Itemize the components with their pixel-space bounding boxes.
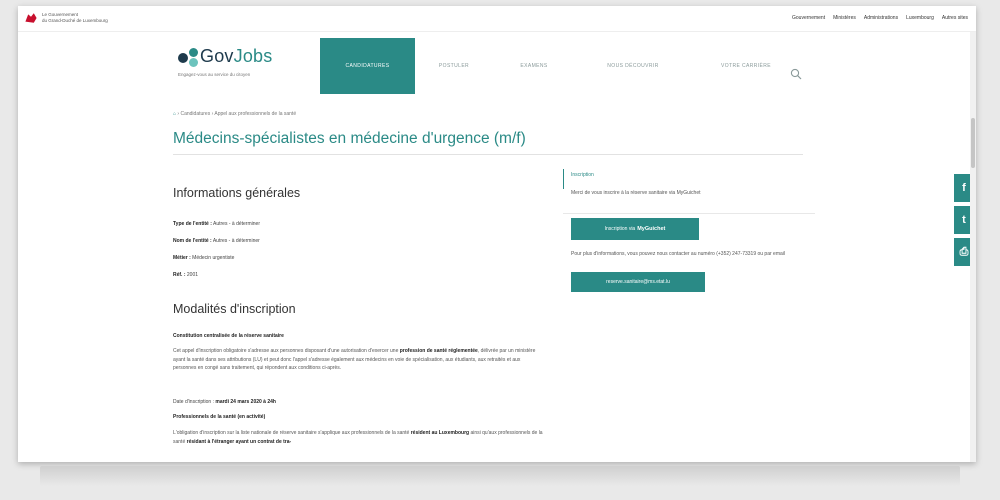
title-divider bbox=[173, 154, 803, 155]
aside-text: Merci de vous inscrire à la réserve sani… bbox=[571, 190, 701, 196]
job-row: Métier : Médecin urgentiste bbox=[173, 255, 235, 261]
email-button[interactable]: reserve.sanitaire@ms.etat.lu bbox=[571, 272, 705, 292]
browser-page: Le Gouvernement du Grand-Duché de Luxemb… bbox=[18, 6, 976, 462]
logo-wordmark: GovJobs bbox=[200, 46, 273, 66]
top-link-luxembourg[interactable]: Luxembourg bbox=[906, 15, 934, 21]
breadcrumb: ⌂ › Candidatures › Appel aux professionn… bbox=[173, 111, 296, 117]
scrollbar-thumb[interactable] bbox=[971, 118, 975, 168]
nav-examens[interactable]: Examens bbox=[493, 38, 575, 94]
government-bar: Le Gouvernement du Grand-Duché de Luxemb… bbox=[18, 6, 976, 32]
home-icon[interactable]: ⌂ bbox=[173, 111, 176, 117]
myguichet-button[interactable]: Inscription via MyGuichet bbox=[571, 218, 699, 240]
entity-name-row: Nom de l'entité : Autres - à déterminer bbox=[173, 238, 260, 244]
search-icon[interactable] bbox=[790, 68, 802, 80]
top-link-autres-sites[interactable]: Autres sites bbox=[942, 15, 968, 21]
active-professionals-paragraph: L'obligation d'inscription sur la liste … bbox=[173, 430, 543, 445]
modalities-heading: Modalités d'inscription bbox=[173, 302, 296, 316]
nav-candidatures[interactable]: Candidatures bbox=[320, 38, 415, 94]
general-info-heading: Informations générales bbox=[173, 186, 301, 200]
page-scrollbar[interactable] bbox=[970, 32, 976, 462]
active-professionals-subheading: Professionnels de la santé (en activité) bbox=[173, 414, 266, 420]
nav-votre-carriere[interactable]: Votre carrière bbox=[691, 38, 801, 94]
top-link-administrations[interactable]: Administrations bbox=[864, 15, 898, 21]
entity-type-row: Type de l'entité : Autres - à déterminer bbox=[173, 221, 260, 227]
aside-contact-info: Pour plus d'informations, vous pouvez no… bbox=[571, 251, 785, 257]
breadcrumb-path[interactable]: › Candidatures › Appel aux professionnel… bbox=[177, 111, 296, 117]
logo-tagline: Engagez-vous au service du citoyen bbox=[178, 72, 251, 77]
lion-emblem-icon bbox=[24, 12, 38, 24]
reserve-paragraph: Cet appel d'inscription obligatoire s'ad… bbox=[173, 348, 536, 371]
government-name[interactable]: Le Gouvernement du Grand-Duché de Luxemb… bbox=[42, 12, 108, 24]
top-link-ministeres[interactable]: Ministères bbox=[833, 15, 856, 21]
page-title: Médecins-spécialistes en médecine d'urge… bbox=[173, 130, 526, 147]
reference-row: Réf. : 2001 bbox=[173, 272, 199, 278]
aside-accent-bar bbox=[563, 169, 564, 189]
top-link-gouvernement[interactable]: Gouvernement bbox=[792, 15, 825, 21]
nav-nous-decouvrir[interactable]: Nous découvrir bbox=[575, 38, 691, 94]
top-links: Gouvernement Ministères Administrations … bbox=[792, 15, 968, 21]
aside-label: Inscription bbox=[571, 172, 594, 178]
nav-postuler[interactable]: Postuler bbox=[415, 38, 493, 94]
aside-divider bbox=[563, 213, 815, 214]
reserve-subheading: Constitution centralisée de la réserve s… bbox=[173, 333, 284, 339]
deadline-row: Date d'inscription : mardi 24 mars 2020 … bbox=[173, 399, 276, 405]
main-navigation: Candidatures Postuler Examens Nous décou… bbox=[320, 38, 801, 94]
window-shadow bbox=[40, 466, 960, 486]
